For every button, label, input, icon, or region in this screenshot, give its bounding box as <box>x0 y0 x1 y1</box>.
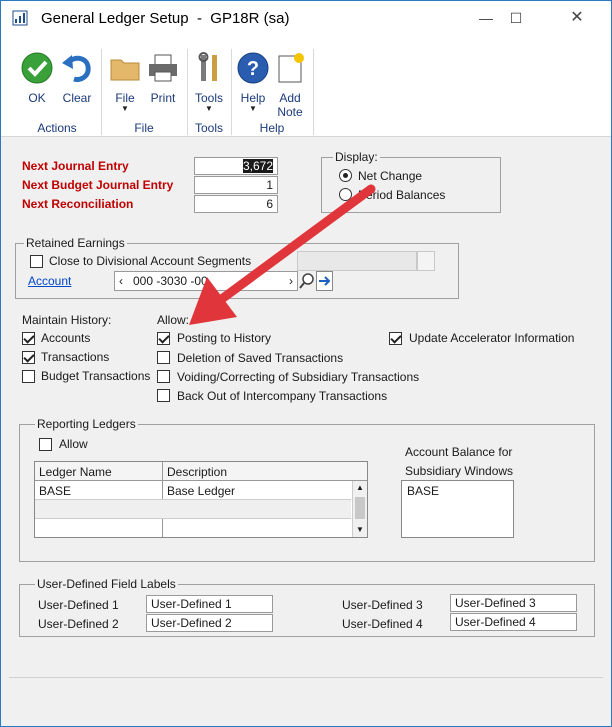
reporting-allow-checkbox[interactable] <box>39 438 52 451</box>
udf1-label: User-Defined 1 <box>38 598 119 612</box>
help-button[interactable]: ? Help ▼ <box>235 51 271 113</box>
checkmark-icon <box>21 52 53 84</box>
subsidiary-windows-label: Subsidiary Windows <box>405 464 514 478</box>
close-icon[interactable]: ✕ <box>562 7 592 29</box>
ledger-app-icon <box>12 10 28 26</box>
lookup-disabled-button <box>417 251 435 271</box>
group-label-tools: Tools <box>194 121 223 135</box>
account-link[interactable]: Account <box>28 274 71 288</box>
group-label-help: Help <box>259 121 285 135</box>
next-journal-field[interactable]: 3,672 <box>194 157 278 175</box>
display-label: Display: <box>333 150 380 164</box>
udf2-label: User-Defined 2 <box>38 617 119 631</box>
retained-earnings-label: Retained Earnings <box>24 236 127 250</box>
dropdown-arrow-icon: ▼ <box>249 104 257 113</box>
account-balance-list[interactable]: BASE <box>401 480 514 538</box>
group-label-file: File <box>134 121 154 135</box>
maintain-accounts-label: Accounts <box>41 331 91 345</box>
ok-button[interactable]: OK <box>19 51 55 105</box>
next-budget-label: Next Budget Journal Entry <box>22 178 174 192</box>
svg-text:?: ? <box>247 58 259 80</box>
udf4-label: User-Defined 4 <box>342 617 423 631</box>
group-label-actions: Actions <box>37 121 77 135</box>
udf2-field[interactable]: User-Defined 2 <box>146 614 273 632</box>
back-out-intercompany-label: Back Out of Intercompany Transactions <box>177 389 388 403</box>
folder-icon <box>110 59 140 81</box>
col-ledger-name: Ledger Name <box>39 465 112 479</box>
window-title: General Ledger Setup - GP18R (sa) <box>41 10 290 27</box>
maintain-transactions-checkbox[interactable] <box>22 351 35 364</box>
deletion-saved-label: Deletion of Saved Transactions <box>177 351 344 365</box>
bottom-separator <box>9 677 603 678</box>
next-reconciliation-label: Next Reconciliation <box>22 197 134 211</box>
note-icon <box>278 53 304 83</box>
udf4-field[interactable]: User-Defined 4 <box>450 613 577 631</box>
reporting-ledgers-label: Reporting Ledgers <box>35 417 138 431</box>
file-button[interactable]: File ▼ <box>107 51 143 113</box>
reporting-allow-label: Allow <box>59 437 88 451</box>
udf1-field[interactable]: User-Defined 1 <box>146 595 273 613</box>
deletion-saved-checkbox[interactable] <box>157 351 170 364</box>
scroll-down-icon[interactable]: ▼ <box>356 525 364 534</box>
next-journal-label: Next Journal Entry <box>22 159 129 173</box>
maintain-accounts-checkbox[interactable] <box>22 332 35 345</box>
scroll-up-icon[interactable]: ▲ <box>356 483 364 492</box>
update-accelerator-label: Update Accelerator Information <box>409 331 575 345</box>
posting-to-history-checkbox[interactable] <box>157 332 170 345</box>
printer-icon <box>149 54 177 82</box>
help-icon: ? <box>237 52 269 84</box>
list-item[interactable]: BASE <box>407 484 439 498</box>
title-bar: General Ledger Setup - GP18R (sa) — ☐ ✕ <box>1 1 611 35</box>
maintain-transactions-label: Transactions <box>41 350 110 364</box>
udf3-field[interactable]: User-Defined 3 <box>450 594 577 612</box>
udf3-label: User-Defined 3 <box>342 598 423 612</box>
table-row[interactable]: BASE Base Ledger <box>35 481 351 500</box>
annotation-arrow-icon <box>189 184 376 325</box>
print-button[interactable]: Print <box>145 51 181 105</box>
scroll-thumb[interactable] <box>355 497 365 519</box>
voiding-correcting-checkbox[interactable] <box>157 370 170 383</box>
dropdown-arrow-icon: ▼ <box>121 104 129 113</box>
account-balance-label: Account Balance for <box>405 445 513 459</box>
grid-scrollbar[interactable]: ▲ ▼ <box>352 481 367 537</box>
col-description: Description <box>167 465 228 479</box>
ledger-grid[interactable]: Ledger Name Description BASE Base Ledger… <box>34 461 368 538</box>
table-row[interactable] <box>35 519 351 537</box>
undo-arrow-icon <box>62 55 91 82</box>
tools-icon <box>198 52 217 81</box>
dropdown-arrow-icon: ▼ <box>205 104 213 113</box>
general-ledger-setup-window: General Ledger Setup - GP18R (sa) — ☐ ✕ … <box>0 0 612 727</box>
add-note-button[interactable]: Add Note <box>271 51 309 119</box>
ribbon: OK Clear File ▼ Print Tools ▼ ? Help ▼ A… <box>1 35 611 137</box>
maximize-icon[interactable]: ☐ <box>501 7 531 29</box>
maintain-history-label: Maintain History: <box>22 313 112 327</box>
voiding-correcting-label: Voiding/Correcting of Subsidiary Transac… <box>177 370 420 384</box>
user-defined-label: User-Defined Field Labels <box>35 577 178 591</box>
update-accelerator-checkbox[interactable] <box>389 332 402 345</box>
maintain-budget-checkbox[interactable] <box>22 370 35 383</box>
clear-button[interactable]: Clear <box>59 51 95 105</box>
account-prev-icon[interactable]: ‹ <box>119 273 123 289</box>
tools-button[interactable]: Tools ▼ <box>191 51 227 113</box>
table-row[interactable] <box>35 500 351 519</box>
maintain-budget-label: Budget Transactions <box>41 369 151 383</box>
back-out-intercompany-checkbox[interactable] <box>157 389 170 402</box>
close-divisional-checkbox[interactable] <box>30 255 43 268</box>
minimize-icon[interactable]: — <box>471 7 501 29</box>
